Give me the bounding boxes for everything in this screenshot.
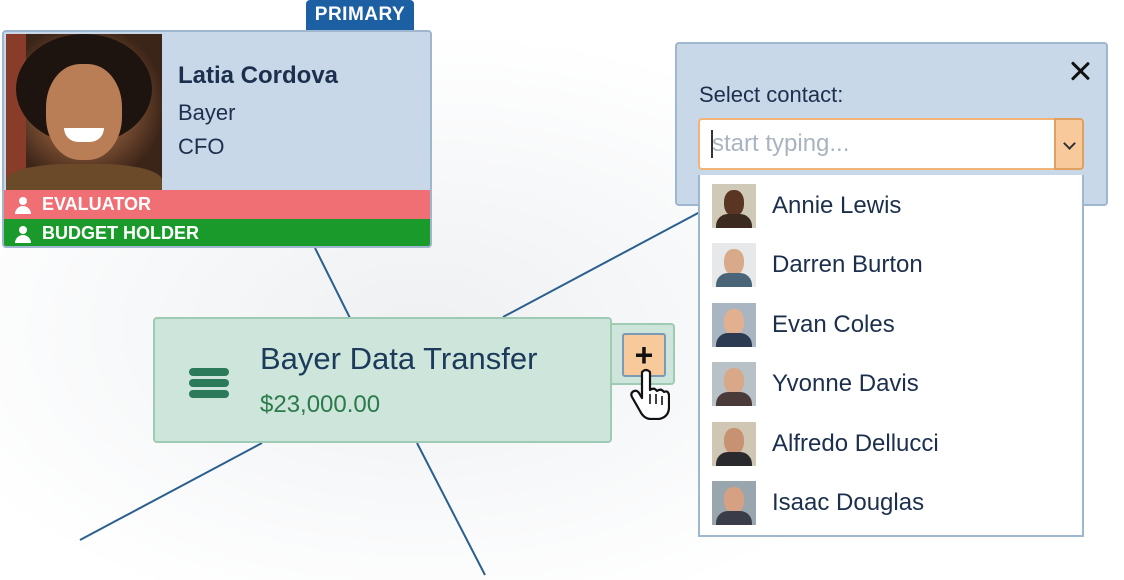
hand-cursor-icon [630, 368, 670, 420]
connector-line [502, 211, 701, 318]
avatar [712, 303, 756, 347]
dropdown-toggle-button[interactable] [1054, 118, 1084, 170]
contact-company: Bayer [178, 100, 236, 125]
contact-option[interactable]: Darren Burton [700, 235, 1082, 294]
contact-option[interactable]: Yvonne Davis [700, 354, 1082, 413]
contact-option-label: Alfredo Dellucci [772, 429, 939, 457]
contact-name: Latia Cordova [178, 62, 339, 89]
contact-option-label: Isaac Douglas [772, 488, 925, 516]
avatar [712, 481, 756, 525]
contact-photo [6, 34, 162, 190]
database-icon [189, 368, 229, 398]
avatar [712, 362, 756, 406]
contact-option[interactable]: Evan Coles [700, 295, 1082, 354]
contact-option-label: Evan Coles [772, 310, 895, 338]
role-budget-holder: BUDGET HOLDER [4, 219, 430, 246]
connector-line [314, 247, 351, 319]
avatar [712, 243, 756, 287]
contact-option[interactable]: Annie Lewis [700, 176, 1082, 235]
avatar [712, 422, 756, 466]
contact-option-label: Yvonne Davis [772, 369, 919, 397]
person-icon [14, 225, 32, 243]
connector-line [79, 442, 263, 541]
contact-search-input[interactable] [698, 118, 1056, 170]
person-icon [14, 196, 32, 214]
text-caret [711, 130, 713, 158]
avatar [712, 184, 756, 228]
role-evaluator: EVALUATOR [4, 190, 430, 219]
contact-option-label: Darren Burton [772, 250, 923, 278]
role-label: EVALUATOR [42, 194, 152, 214]
contact-dropdown-list: Annie Lewis Darren Burton Evan Coles Yvo… [698, 175, 1084, 537]
chevron-down-icon [1063, 137, 1076, 150]
select-contact-label: Select contact: [699, 82, 844, 107]
connector-line [416, 442, 486, 576]
contact-card[interactable]: Latia Cordova Bayer CFO EVALUATOR BUDGET… [2, 30, 432, 248]
opportunity-amount: $23,000.00 [260, 391, 381, 418]
primary-badge: PRIMARY [306, 0, 414, 30]
opportunity-card[interactable]: Bayer Data Transfer $23,000.00 [153, 317, 612, 443]
contact-option[interactable]: Alfredo Dellucci [700, 414, 1082, 473]
role-label: BUDGET HOLDER [42, 223, 199, 243]
contact-option-label: Annie Lewis [772, 191, 902, 219]
opportunity-title: Bayer Data Transfer [260, 341, 538, 376]
contact-option[interactable]: Isaac Douglas [700, 473, 1082, 532]
contact-title: CFO [178, 134, 225, 159]
close-icon[interactable] [1069, 60, 1091, 82]
